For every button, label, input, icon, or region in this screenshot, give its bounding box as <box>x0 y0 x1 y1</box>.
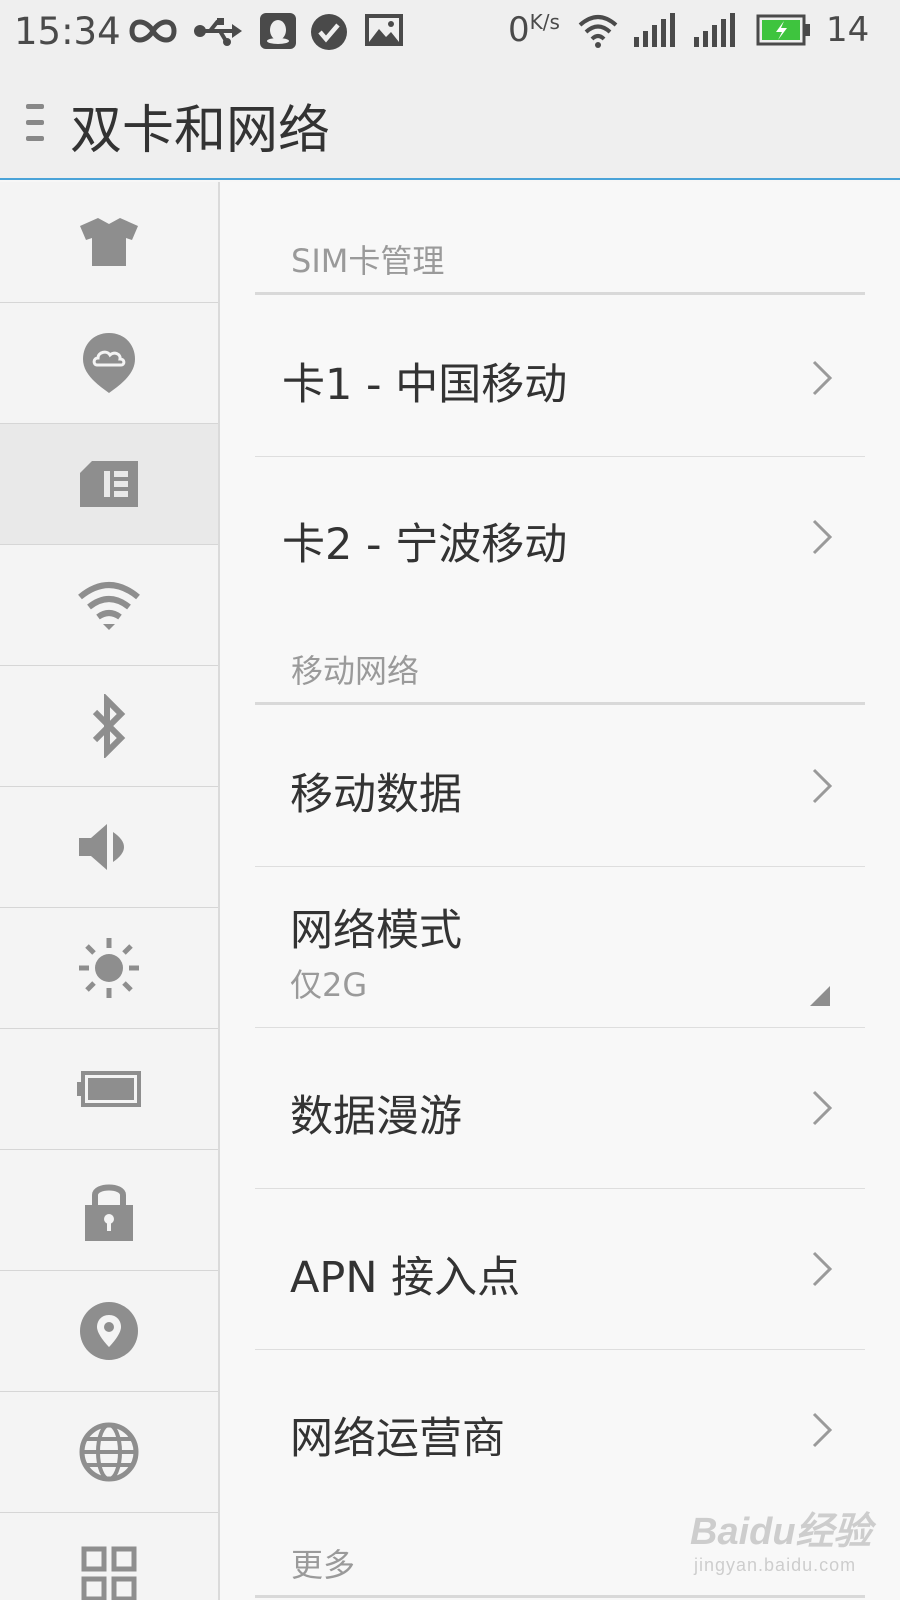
wifi-icon <box>78 582 140 630</box>
signal-icon <box>634 13 675 47</box>
battery-charging-icon <box>756 14 810 46</box>
infinity-icon <box>129 19 177 43</box>
brightness-icon <box>79 938 139 998</box>
section-header-more: 更多 <box>291 1546 356 1584</box>
check-circle-icon <box>311 14 347 50</box>
row-label: 移动数据 <box>290 770 462 820</box>
row-label: 网络运营商 <box>290 1414 505 1464</box>
dropdown-corner-icon <box>810 986 830 1006</box>
row-divider <box>255 1027 865 1028</box>
section-divider <box>255 702 865 705</box>
chevron-right-icon <box>812 360 833 396</box>
image-icon <box>365 14 403 46</box>
row-divider <box>255 866 865 867</box>
row-divider <box>255 1188 865 1189</box>
chevron-right-icon <box>812 1251 833 1287</box>
network-speed: 0K/s <box>508 10 560 50</box>
row-label: 卡2 - 宁波移动 <box>282 520 568 570</box>
theme-shirt-icon <box>80 218 138 266</box>
row-label: 网络模式 <box>290 906 462 956</box>
sidebar <box>0 182 220 1600</box>
sidebar-item-apps[interactable] <box>0 1513 218 1600</box>
sim-card-icon <box>80 461 138 507</box>
menu-icon[interactable] <box>26 104 44 142</box>
network-speed-unit: K/s <box>529 10 560 34</box>
sidebar-item-language[interactable] <box>0 1392 218 1513</box>
row-divider <box>255 456 865 457</box>
speaker-icon <box>79 824 124 870</box>
section-divider <box>255 292 865 295</box>
location-icon <box>80 1302 138 1360</box>
sidebar-item-location[interactable] <box>0 1271 218 1392</box>
sidebar-item-security[interactable] <box>0 1150 218 1271</box>
sidebar-item-bluetooth[interactable] <box>0 666 218 787</box>
sidebar-item-sound[interactable] <box>0 787 218 908</box>
chevron-right-icon <box>812 768 833 804</box>
sidebar-item-sim[interactable] <box>0 424 218 545</box>
sidebar-item-display[interactable] <box>0 908 218 1029</box>
bluetooth-icon <box>92 694 126 758</box>
lock-icon <box>85 1184 133 1241</box>
row-label: 数据漫游 <box>290 1092 462 1142</box>
signal-icon <box>694 13 735 47</box>
row-label: APN 接入点 <box>290 1253 521 1303</box>
wifi-icon <box>578 15 618 48</box>
sidebar-item-battery[interactable] <box>0 1029 218 1150</box>
baidu-watermark: Baidu经验 jingyan.baidu.com <box>690 1500 872 1576</box>
chevron-right-icon <box>812 1412 833 1448</box>
status-bar: 15:34 0K/s 14 <box>0 0 900 64</box>
section-divider <box>255 1595 865 1598</box>
watermark-brand: Baidu经验 <box>690 1511 872 1553</box>
page-title: 双卡和网络 <box>70 101 331 161</box>
network-speed-value: 0 <box>508 10 530 50</box>
cloud-pin-icon <box>83 333 135 393</box>
globe-icon <box>79 1422 139 1482</box>
network-mode-value: 仅2G <box>290 966 368 1004</box>
usb-icon <box>194 18 242 46</box>
row-divider <box>255 1349 865 1350</box>
watermark-url: jingyan.baidu.com <box>694 1555 857 1575</box>
section-header-sim: SIM卡管理 <box>291 242 445 280</box>
qq-icon <box>260 13 296 49</box>
battery-level: 14 <box>826 10 870 50</box>
chevron-right-icon <box>812 519 833 555</box>
apps-grid-icon <box>81 1546 137 1600</box>
status-time: 15:34 <box>14 10 121 53</box>
sidebar-item-wifi[interactable] <box>0 545 218 666</box>
row-label: 卡1 - 中国移动 <box>282 360 568 410</box>
battery-icon <box>77 1071 141 1107</box>
app-bar: 双卡和网络 <box>0 64 900 180</box>
sidebar-item-theme[interactable] <box>0 182 218 303</box>
sidebar-item-cloud[interactable] <box>0 303 218 424</box>
chevron-right-icon <box>812 1090 833 1126</box>
section-header-mobile-network: 移动网络 <box>291 652 420 690</box>
